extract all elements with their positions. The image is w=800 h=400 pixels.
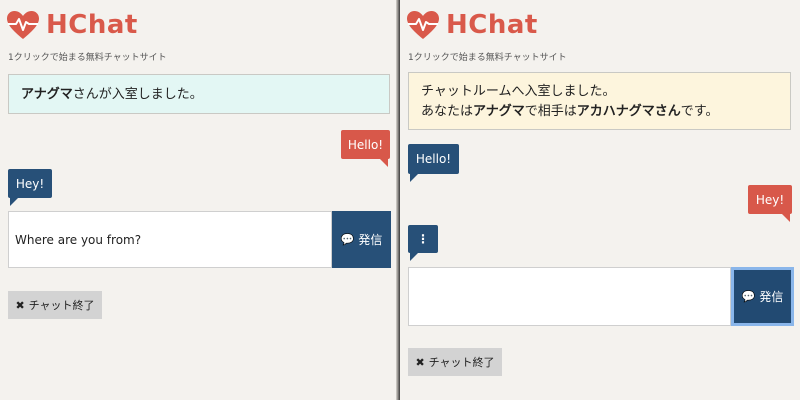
my-message-bubble: Hey!	[748, 185, 792, 222]
logo[interactable]: HChat	[406, 10, 538, 40]
my-name: アナグマ	[473, 104, 525, 119]
their-message-bubble: Hello!	[408, 144, 459, 182]
send-label: 発信	[759, 290, 784, 304]
right-chat-window: HChat 1クリックで始まる無料チャットサイト チャットルームへ入室しました。…	[400, 0, 800, 400]
message-text: Hello!	[347, 137, 384, 152]
close-icon: ✖	[415, 355, 425, 369]
speech-bubble-icon: 💬	[741, 290, 756, 303]
speech-bubble-icon: 💬	[340, 233, 355, 246]
notice-text: あなたは	[421, 104, 474, 119]
notice-text: で相手は	[524, 104, 577, 119]
partner-name: アナグマ	[21, 87, 73, 102]
end-chat-label: チャット終了	[28, 299, 95, 312]
end-chat-button[interactable]: ✖ チャット終了	[408, 348, 502, 376]
message-compose-row: 💬 発信	[408, 267, 794, 326]
notice-line-1: チャットルームへ入室しました。	[421, 84, 616, 99]
send-button[interactable]: 💬 発信	[731, 267, 794, 326]
room-entered-notice: チャットルームへ入室しました。 あなたはアナグマで相手はアカハナグマさんです。	[408, 72, 791, 130]
partner-name: アカハナグマさん	[576, 104, 681, 119]
logo[interactable]: HChat	[6, 10, 138, 40]
tagline: 1クリックで始まる無料チャットサイト	[8, 53, 167, 63]
heart-pulse-icon	[407, 11, 439, 39]
notice-text: です。	[680, 104, 719, 119]
message-compose-row: 💬 発信	[8, 211, 391, 268]
my-message-bubble: Hello!	[341, 130, 390, 167]
join-notice-text: さんが入室しました。	[72, 87, 203, 102]
send-button[interactable]: 💬 発信	[332, 211, 391, 268]
logo-text: HChat	[446, 10, 538, 40]
typing-dots-icon: ⋮	[417, 232, 429, 246]
their-message-bubble: Hey!	[8, 169, 52, 206]
message-text: Hey!	[755, 192, 785, 207]
join-notice: アナグマさんが入室しました。	[8, 74, 390, 114]
end-chat-button[interactable]: ✖ チャット終了	[8, 291, 102, 319]
message-text: Hey!	[15, 176, 45, 191]
logo-text: HChat	[46, 10, 138, 40]
tagline: 1クリックで始まる無料チャットサイト	[408, 53, 567, 63]
close-icon: ✖	[15, 298, 25, 312]
send-label: 発信	[358, 233, 383, 247]
message-text: Hello!	[415, 152, 452, 166]
end-chat-label: チャット終了	[428, 356, 495, 369]
notice-line-2: あなたはアナグマで相手はアカハナグマさんです。	[421, 102, 778, 122]
message-input[interactable]	[408, 267, 731, 326]
message-input[interactable]	[8, 211, 332, 268]
left-chat-window: HChat 1クリックで始まる無料チャットサイト アナグマさんが入室しました。 …	[0, 0, 398, 400]
heart-pulse-icon	[7, 11, 39, 39]
typing-indicator-bubble: ⋮	[408, 225, 438, 261]
